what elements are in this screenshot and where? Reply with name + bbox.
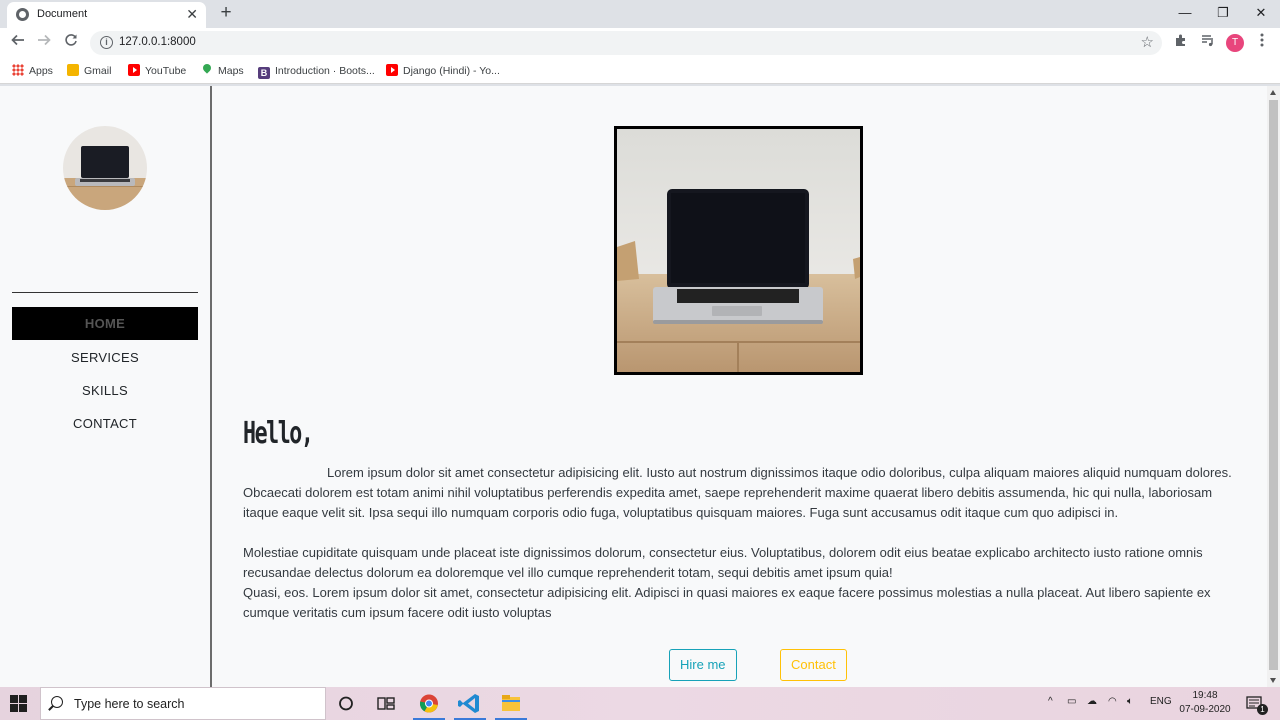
bookmark-label: YouTube xyxy=(145,65,187,77)
volume-icon[interactable]: 🔈︎ xyxy=(1127,696,1133,707)
media-queue-icon[interactable] xyxy=(1197,32,1219,54)
nav-services[interactable]: SERVICES xyxy=(12,341,198,374)
scroll-down-arrow-icon[interactable] xyxy=(1270,678,1276,683)
youtube-icon xyxy=(386,64,398,76)
extensions-puzzle-icon[interactable] xyxy=(1170,32,1192,54)
tab-strip: Document ✕ + — ❐ ✕ xyxy=(0,0,1280,28)
bootstrap-icon: B xyxy=(258,67,270,79)
url-text[interactable]: 127.0.0.1:8000 xyxy=(119,36,196,48)
search-icon xyxy=(51,696,63,708)
task-view-icon[interactable] xyxy=(366,687,406,720)
clock-date: 07-09-2020 xyxy=(1179,704,1231,715)
scrollbar-thumb[interactable] xyxy=(1269,100,1278,670)
profile-laptop-image xyxy=(63,126,147,210)
bookmark-star-icon[interactable]: ☆ xyxy=(1141,33,1154,51)
taskbar-clock[interactable]: 19:48 07-09-2020 xyxy=(1172,689,1238,717)
bookmark-youtube[interactable]: YouTube xyxy=(128,63,186,79)
close-window-button[interactable]: ✕ xyxy=(1242,0,1280,26)
nav-contact[interactable]: CONTACT xyxy=(12,407,198,440)
maximize-button[interactable]: ❐ xyxy=(1204,0,1242,26)
nav-skills[interactable]: SKILLS xyxy=(12,374,198,407)
vscode-taskbar-icon[interactable] xyxy=(450,687,490,720)
windows-taskbar: Type here to search ^ ▭ ☁ ◠ 🔈︎ ENG 19:48… xyxy=(0,687,1280,720)
notifications-icon[interactable]: 1 xyxy=(1240,687,1280,720)
greeting-heading: Hello, xyxy=(243,416,314,451)
wifi-icon[interactable]: ◠ xyxy=(1108,696,1117,707)
info-icon[interactable]: i xyxy=(100,36,113,49)
language-indicator[interactable]: ENG xyxy=(1150,696,1172,707)
apps-grid-icon xyxy=(12,64,24,76)
scroll-up-arrow-icon[interactable] xyxy=(1270,90,1276,95)
tab-close-icon[interactable]: ✕ xyxy=(186,5,198,23)
taskbar-search-placeholder: Type here to search xyxy=(74,697,185,711)
browser-toolbar: i 127.0.0.1:8000 ☆ T xyxy=(0,28,1280,58)
forward-arrow-icon[interactable] xyxy=(33,32,55,54)
clock-time: 19:48 xyxy=(1192,690,1218,701)
third-paragraph: Quasi, eos. Lorem ipsum dolor sit amet, … xyxy=(243,585,1211,620)
bookmark-label: Gmail xyxy=(84,65,112,77)
cortana-circle-icon[interactable] xyxy=(326,687,366,720)
new-tab-button[interactable]: + xyxy=(216,2,236,24)
page-viewport: HOME SERVICES SKILLS CONTACT Hello, Lore… xyxy=(0,86,1280,687)
sidebar: HOME SERVICES SKILLS CONTACT xyxy=(0,86,212,687)
gmail-icon xyxy=(67,64,79,76)
hire-me-button[interactable]: Hire me xyxy=(669,649,737,681)
bookmark-label: Maps xyxy=(218,65,244,77)
windows-start-icon[interactable] xyxy=(10,695,28,713)
second-paragraph: Molestiae cupiditate quisquam unde place… xyxy=(243,545,1203,580)
onedrive-cloud-icon[interactable]: ☁ xyxy=(1087,696,1097,707)
bookmark-label: Apps xyxy=(29,65,53,77)
notification-count-badge: 1 xyxy=(1257,704,1268,715)
show-hidden-icons-icon[interactable]: ^ xyxy=(1048,696,1053,707)
bookmark-bootstrap[interactable]: B Introduction · Boots... xyxy=(258,63,375,79)
minimize-button[interactable]: — xyxy=(1166,0,1204,26)
youtube-icon xyxy=(128,64,140,76)
chrome-menu-icon[interactable] xyxy=(1251,32,1273,54)
taskbar-search[interactable]: Type here to search xyxy=(40,687,326,720)
bookmark-maps[interactable]: Maps xyxy=(201,63,244,79)
profile-avatar[interactable]: T xyxy=(1226,34,1244,52)
chrome-taskbar-icon[interactable] xyxy=(409,687,449,720)
bookmarks-bar: Apps Gmail YouTube Maps B Introduction · … xyxy=(0,58,1280,84)
intro-paragraph: Lorem ipsum dolor sit amet consectetur a… xyxy=(243,465,1232,520)
globe-icon xyxy=(16,8,29,21)
hero-laptop-image xyxy=(614,126,863,375)
contact-button[interactable]: Contact xyxy=(780,649,847,681)
browser-tab[interactable]: Document ✕ xyxy=(7,2,206,28)
bookmark-gmail[interactable]: Gmail xyxy=(67,63,111,79)
nav-home[interactable]: HOME xyxy=(12,307,198,340)
back-arrow-icon[interactable] xyxy=(7,32,29,54)
maps-pin-icon xyxy=(201,64,213,76)
main-content: Hello, Lorem ipsum dolor sit amet consec… xyxy=(212,86,1267,687)
bookmark-apps[interactable]: Apps xyxy=(12,63,53,79)
bookmark-label: Introduction · Boots... xyxy=(275,65,375,77)
file-explorer-icon[interactable] xyxy=(491,687,531,720)
page-scrollbar[interactable] xyxy=(1267,86,1280,687)
address-bar[interactable]: i 127.0.0.1:8000 ☆ xyxy=(90,31,1162,55)
battery-icon[interactable]: ▭ xyxy=(1067,696,1076,707)
bookmark-label: Django (Hindi) - Yo... xyxy=(403,65,500,77)
reload-icon[interactable] xyxy=(60,32,82,54)
sidebar-divider xyxy=(12,292,198,293)
bookmark-django[interactable]: Django (Hindi) - Yo... xyxy=(386,63,500,79)
tab-title: Document xyxy=(37,8,88,20)
